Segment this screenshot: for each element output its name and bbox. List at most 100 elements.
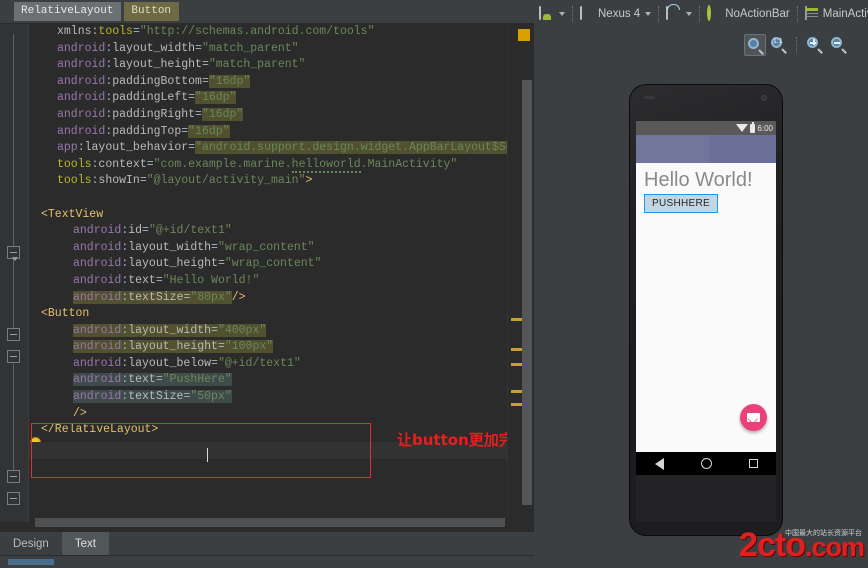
warning-stripe[interactable] — [511, 403, 522, 406]
code-token: "wrap_content" — [217, 240, 315, 254]
fold-marker-button[interactable] — [7, 328, 20, 341]
code-token: tools — [57, 174, 92, 188]
theme-selector[interactable]: NoActionBar — [702, 3, 795, 25]
editor-pane: RelativeLayout Button xmlns:tools="http:… — [0, 0, 534, 568]
code-line[interactable]: android:layout_width="match_parent" — [29, 41, 507, 58]
device-selector[interactable]: Nexus 4 — [575, 3, 656, 25]
fold-marker-root-close[interactable] — [7, 492, 20, 505]
recents-icon[interactable] — [748, 459, 758, 468]
breadcrumb-item-relativelayout[interactable]: RelativeLayout — [14, 2, 122, 21]
nexus-device-icon — [580, 5, 595, 22]
text-caret — [207, 448, 208, 462]
error-stripe-gutter[interactable] — [507, 24, 523, 522]
zoom-controls: 1:1 — [744, 34, 850, 56]
code-token: "16dp" — [201, 107, 244, 121]
warning-stripe[interactable] — [511, 318, 522, 321]
warning-stripe[interactable] — [511, 390, 522, 393]
code-token: android — [73, 323, 122, 337]
code-token: = — [139, 174, 147, 188]
code-token: paddingBottom — [112, 74, 202, 88]
code-line[interactable]: android:layout_below="@+id/text1" — [29, 356, 507, 373]
tab-design[interactable]: Design — [0, 532, 62, 556]
chevron-down-icon — [686, 12, 693, 16]
zoom-fit-button[interactable] — [744, 34, 766, 56]
code-line[interactable]: android:paddingRight="16dp" — [29, 107, 507, 124]
code-token: layout_behavior — [84, 141, 189, 155]
code-token: "Hello World!" — [162, 273, 260, 287]
code-token: /> — [231, 290, 246, 304]
preview-canvas[interactable]: 6:00 Hello World! PUSHHERE — [534, 60, 868, 568]
code-line[interactable]: android:paddingBottom="16dp" — [29, 74, 507, 91]
code-token: = — [146, 157, 154, 171]
code-token: layout_width — [112, 41, 196, 55]
code-token: android — [73, 356, 122, 370]
tab-text[interactable]: Text — [61, 532, 109, 556]
warning-stripe[interactable] — [511, 348, 522, 351]
code-line[interactable]: android:layout_height="match_parent" — [29, 57, 507, 74]
code-token: android — [73, 257, 122, 271]
code-line[interactable]: android:layout_width="wrap_content" — [29, 240, 507, 257]
code-line[interactable]: android:text="Hello World!" — [29, 273, 507, 290]
code-line[interactable]: android:id="@+id/text1" — [29, 223, 507, 240]
theme-label: NoActionBar — [725, 8, 790, 20]
code-line[interactable]: <TextView — [29, 207, 507, 224]
fold-marker-close[interactable] — [7, 470, 20, 483]
code-token: = — [211, 323, 218, 337]
floating-action-button[interactable] — [740, 404, 767, 431]
code-line[interactable]: android:textSize="80px"/> — [29, 290, 507, 307]
code-line[interactable]: android:text="PushHere" — [29, 372, 507, 389]
breadcrumb-item-button[interactable]: Button — [124, 2, 180, 21]
warning-stripe[interactable] — [511, 363, 522, 366]
code-token: </RelativeLayout> — [41, 423, 159, 437]
toolbar-separator — [699, 6, 701, 22]
code-line[interactable]: android:paddingTop="16dp" — [29, 124, 507, 141]
code-token: "@layout/activity_main" — [146, 174, 306, 188]
code-line[interactable]: tools:showIn="@layout/activity_main"> — [29, 173, 507, 190]
push-here-button-preview[interactable]: PUSHHERE — [644, 194, 718, 213]
code-token: <Button — [41, 307, 90, 321]
code-line[interactable] — [29, 190, 507, 207]
code-line[interactable]: android:textSize="50px" — [29, 389, 507, 406]
orientation-selector[interactable] — [661, 3, 697, 25]
code-line[interactable]: tools:context="com.example.marine.hellow… — [29, 157, 507, 174]
fold-marker-textview[interactable] — [7, 246, 20, 261]
code-token: android — [73, 224, 122, 238]
code-line[interactable]: android:paddingLeft="16dp" — [29, 90, 507, 107]
fold-marker-button-2[interactable] — [7, 350, 20, 363]
code-line[interactable]: app:layout_behavior="android.support.des… — [29, 140, 507, 157]
code-token: "16dp" — [188, 124, 230, 138]
zoom-out-button[interactable] — [828, 34, 850, 56]
code-token: android — [73, 240, 122, 254]
code-token: "android.support.design.widget.AppBarLay… — [195, 141, 507, 155]
code-line[interactable]: android:layout_height="100px" — [29, 339, 507, 356]
warning-indicator-box[interactable] — [518, 29, 530, 41]
code-token: .MainActivity" — [360, 157, 458, 171]
code-line[interactable]: xmlns:tools="http://schemas.android.com/… — [29, 24, 507, 41]
zoom-in-button[interactable] — [804, 34, 826, 56]
editor-gutter[interactable] — [0, 24, 29, 522]
editor-vertical-scrollbar[interactable] — [522, 80, 532, 505]
code-token: android — [73, 390, 122, 404]
code-token: layout_below — [128, 356, 212, 370]
android-nav-bar — [636, 452, 776, 475]
code-token: layout_width — [128, 323, 212, 337]
code-token: = — [201, 58, 209, 72]
toolbar-separator — [796, 6, 798, 22]
home-icon[interactable] — [700, 458, 712, 469]
back-icon[interactable] — [654, 457, 664, 470]
zoom-actual-size-button[interactable]: 1:1 — [768, 34, 790, 56]
theme-icon — [707, 4, 722, 22]
code-line[interactable]: /> — [29, 406, 507, 423]
code-token: "match_parent" — [201, 41, 299, 55]
editor-horizontal-scrollbar[interactable] — [35, 518, 505, 527]
code-line[interactable]: android:layout_width="400px" — [29, 323, 507, 340]
code-token: = — [201, 74, 209, 88]
speaker-grille — [644, 96, 655, 99]
code-line[interactable]: <Button — [29, 306, 507, 323]
code-line[interactable]: android:layout_height="wrap_content" — [29, 256, 507, 273]
activity-selector[interactable]: MainActivity — [800, 3, 868, 25]
hello-world-textview[interactable]: Hello World! — [644, 169, 753, 192]
device-config-selector[interactable] — [534, 3, 570, 25]
device-screen[interactable]: 6:00 Hello World! PUSHHERE — [636, 121, 776, 475]
code-token: context — [98, 157, 147, 171]
